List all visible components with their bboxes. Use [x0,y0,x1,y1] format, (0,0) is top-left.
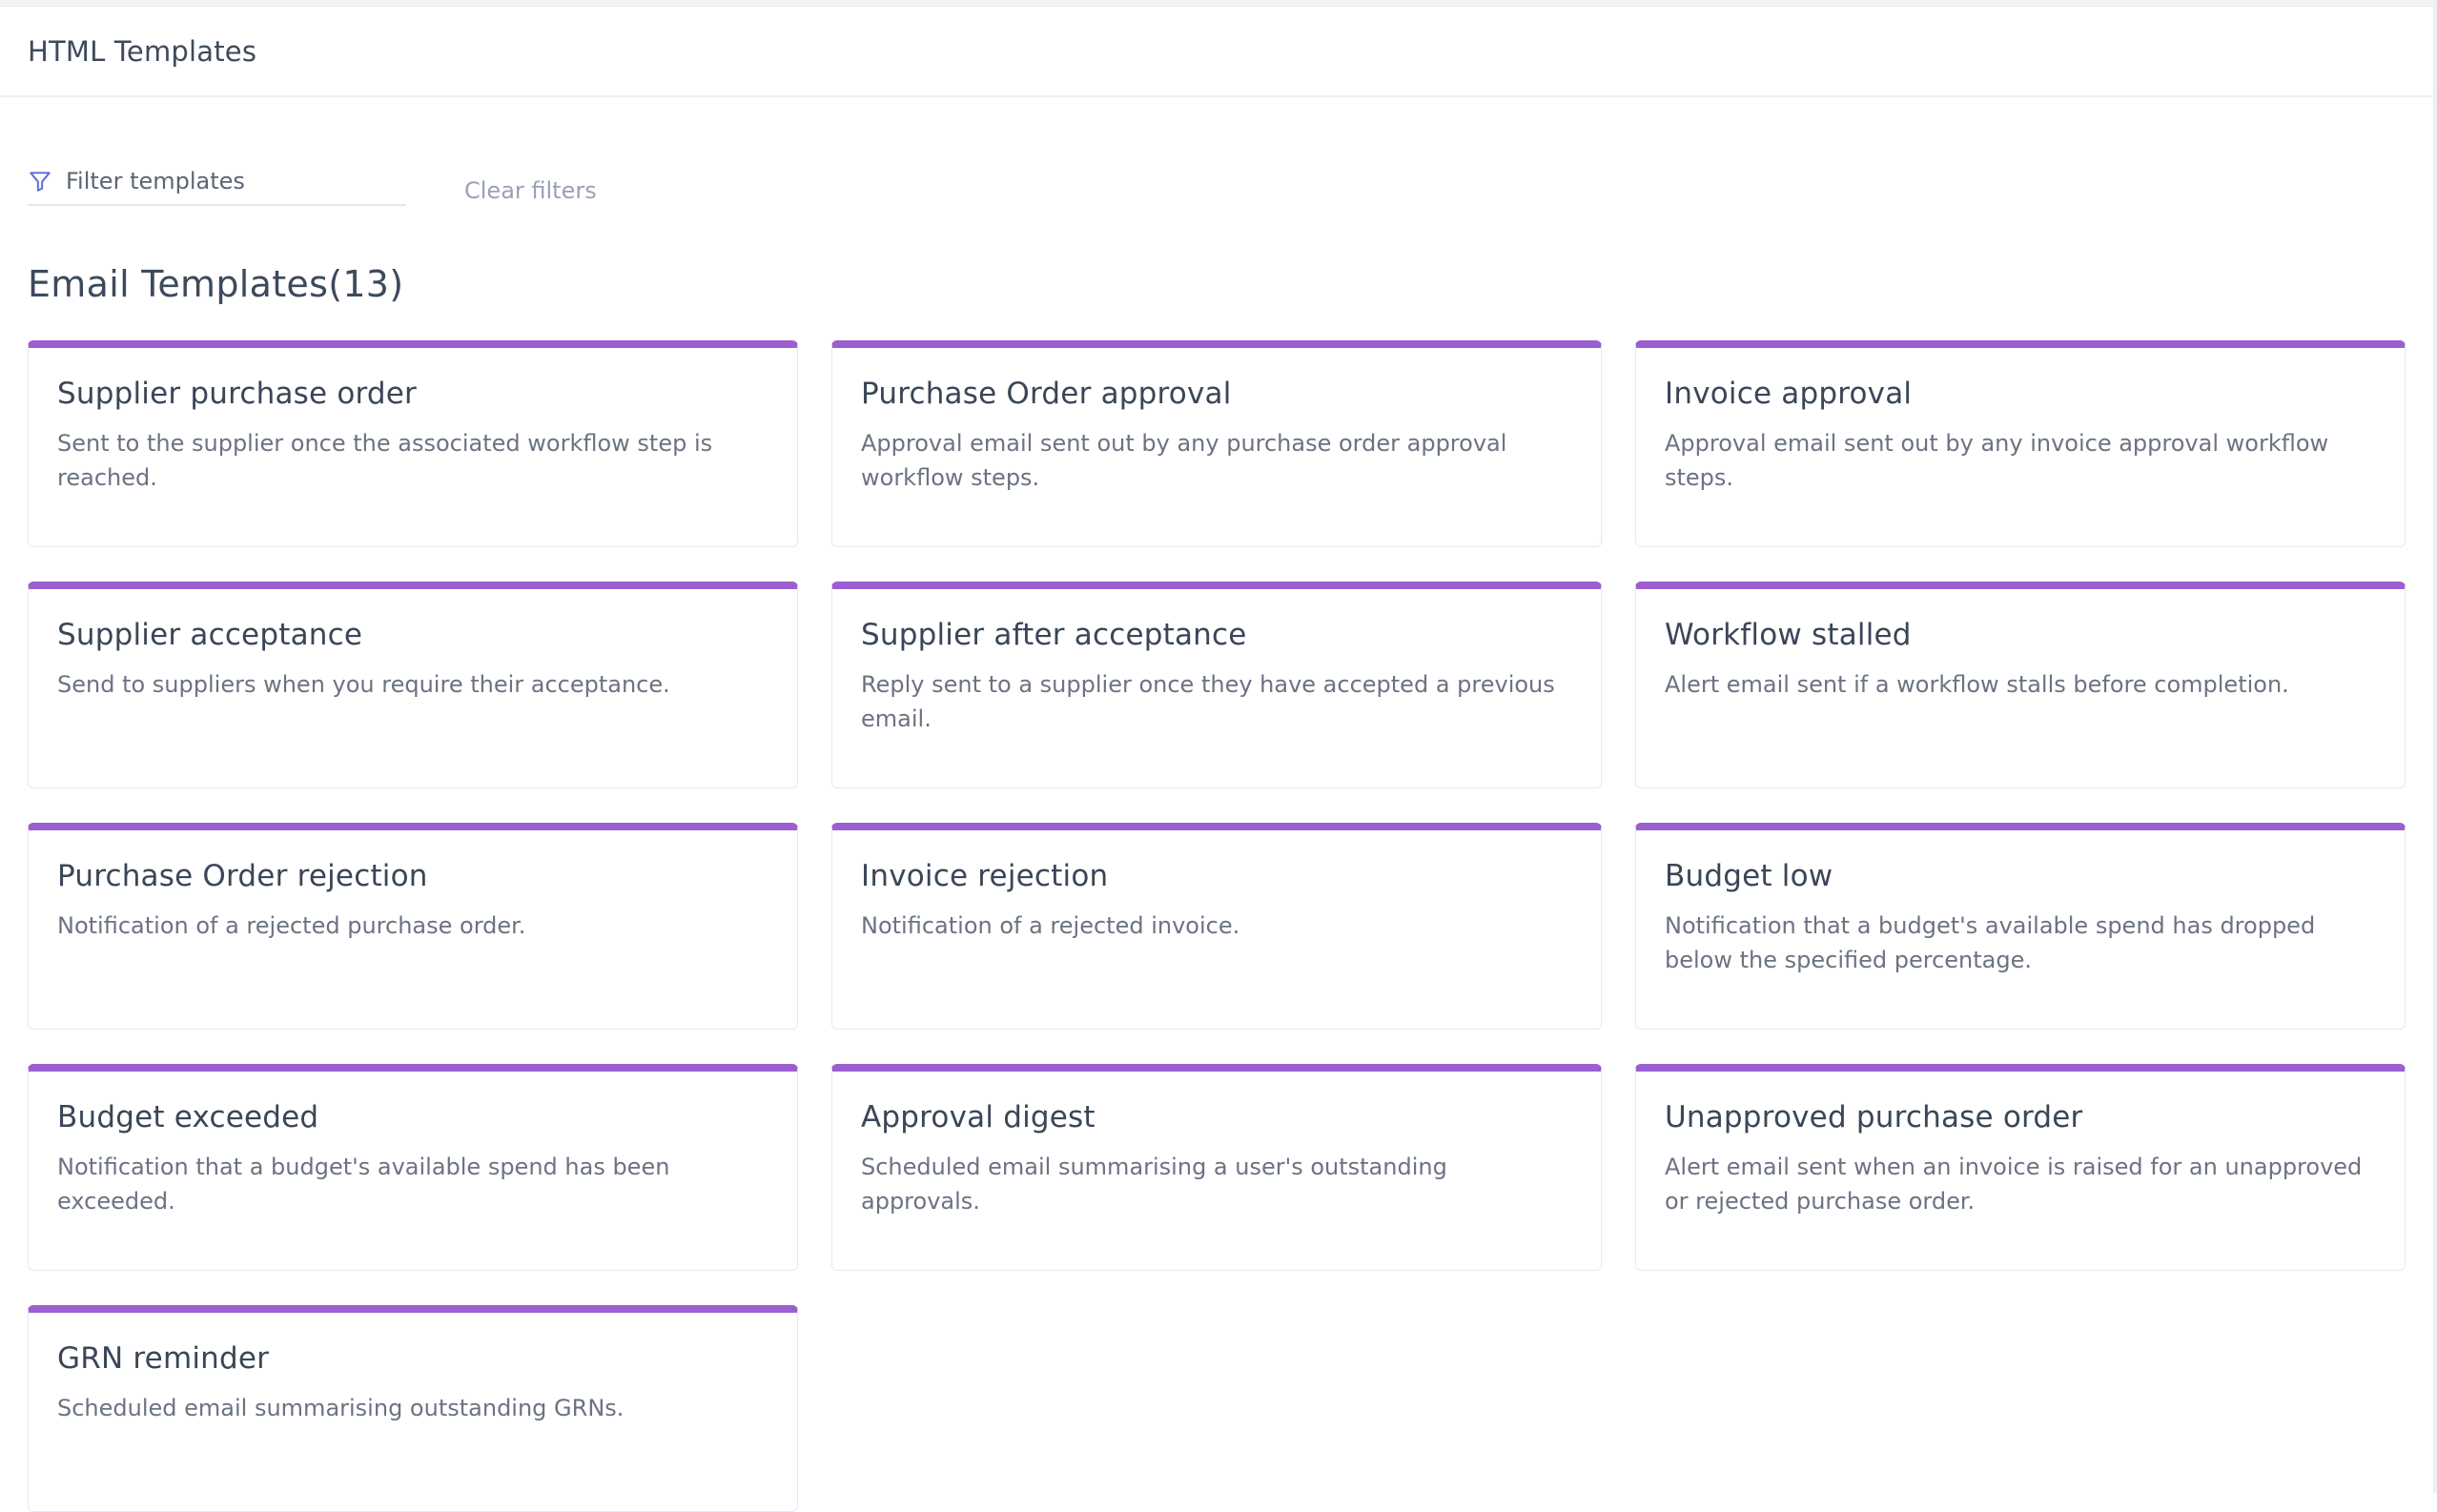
template-card-title: Unapproved purchase order [1665,1100,2083,1134]
clear-filters-button[interactable]: Clear filters [464,177,597,206]
template-card-grn-reminder[interactable]: GRN reminder Scheduled email summarising… [28,1305,798,1512]
templates-grid: Supplier purchase order Sent to the supp… [28,340,2406,1512]
template-card-description: Sent to the supplier once the associated… [57,430,713,491]
template-card-purchase-order-rejection[interactable]: Purchase Order rejection Notification of… [28,823,798,1030]
template-card-description: Notification that a budget's available s… [57,1154,670,1215]
template-card-invoice-approval[interactable]: Invoice approval Approval email sent out… [1635,340,2406,547]
template-card-description: Scheduled email summarising outstanding … [57,1395,625,1421]
template-card-title: Invoice rejection [861,859,1109,893]
page-header: HTML Templates [0,7,2437,97]
top-border [0,0,2437,7]
template-card-title: Approval digest [861,1100,1096,1134]
template-card-description: Send to suppliers when you require their… [57,671,670,698]
template-card-title: Supplier purchase order [57,377,417,411]
section-title: Email Templates(13) [28,263,404,305]
template-card-invoice-rejection[interactable]: Invoice rejection Notification of a reje… [831,823,1602,1030]
filter-templates-input[interactable] [66,168,371,194]
filter-icon [28,169,52,194]
template-card-description: Approval email sent out by any invoice a… [1665,430,2329,491]
template-card-description: Scheduled email summarising a user's out… [861,1154,1447,1215]
template-card-purchase-order-approval[interactable]: Purchase Order approval Approval email s… [831,340,1602,547]
template-card-supplier-purchase-order[interactable]: Supplier purchase order Sent to the supp… [28,340,798,547]
template-card-description: Alert email sent when an invoice is rais… [1665,1154,2363,1215]
template-card-description: Reply sent to a supplier once they have … [861,671,1555,732]
template-card-supplier-after-acceptance[interactable]: Supplier after acceptance Reply sent to … [831,582,1602,788]
template-card-title: Purchase Order rejection [57,859,428,893]
template-card-budget-low[interactable]: Budget low Notification that a budget's … [1635,823,2406,1030]
filter-field[interactable] [28,164,406,206]
template-card-supplier-acceptance[interactable]: Supplier acceptance Send to suppliers wh… [28,582,798,788]
template-card-description: Notification of a rejected invoice. [861,912,1240,939]
template-card-description: Approval email sent out by any purchase … [861,430,1507,491]
template-card-title: Budget exceeded [57,1100,319,1134]
template-card-title: GRN reminder [57,1341,270,1376]
scrollbar-track[interactable] [2433,0,2437,1493]
template-card-budget-exceeded[interactable]: Budget exceeded Notification that a budg… [28,1064,798,1271]
template-card-description: Alert email sent if a workflow stalls be… [1665,671,2289,698]
page-title: HTML Templates [28,34,257,68]
filter-bar: Clear filters [28,164,597,206]
template-card-unapproved-purchase-order[interactable]: Unapproved purchase order Alert email se… [1635,1064,2406,1271]
template-card-description: Notification of a rejected purchase orde… [57,912,526,939]
template-card-title: Supplier after acceptance [861,618,1247,652]
template-card-description: Notification that a budget's available s… [1665,912,2316,973]
template-card-workflow-stalled[interactable]: Workflow stalled Alert email sent if a w… [1635,582,2406,788]
template-card-title: Invoice approval [1665,377,1913,411]
template-card-title: Budget low [1665,859,1833,893]
template-card-title: Workflow stalled [1665,618,1912,652]
template-card-title: Supplier acceptance [57,618,363,652]
template-card-approval-digest[interactable]: Approval digest Scheduled email summaris… [831,1064,1602,1271]
template-card-title: Purchase Order approval [861,377,1232,411]
